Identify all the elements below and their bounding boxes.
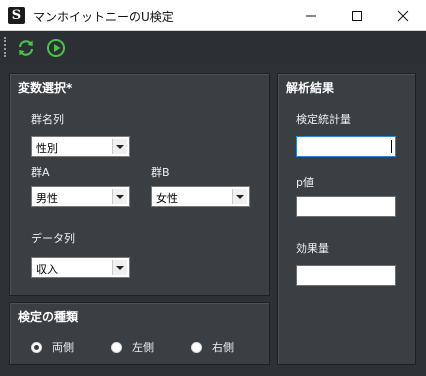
chevron-down-icon (112, 189, 127, 204)
close-button[interactable] (380, 0, 426, 31)
chevron-down-icon (232, 189, 247, 204)
radio-left-sided[interactable]: 左側 (111, 339, 154, 355)
statistic-label: 検定統計量 (296, 113, 351, 126)
group-a-value: 男性 (36, 192, 58, 205)
group-b-select[interactable]: 女性 (151, 186, 250, 207)
test-type-title: 検定の種類 (18, 310, 79, 324)
radio-two-sided[interactable]: 両側 (31, 339, 74, 355)
variable-selection-title: 変数選択* (18, 81, 73, 95)
run-button[interactable] (45, 37, 67, 59)
text-caret (391, 140, 392, 153)
chevron-down-icon (112, 139, 127, 154)
radio-two-sided-label: 両側 (52, 341, 74, 354)
radio-circle-icon (31, 341, 42, 353)
effect-size-label: 効果量 (296, 242, 329, 255)
test-type-panel: 検定の種類 (9, 302, 270, 365)
chevron-down-icon (112, 260, 127, 275)
radio-circle-icon (191, 341, 202, 353)
maximize-button[interactable] (334, 0, 380, 31)
radio-right-sided[interactable]: 右側 (191, 339, 234, 355)
group-a-label: 群A (31, 166, 50, 179)
app-icon: S (8, 7, 25, 24)
group-b-label: 群B (151, 166, 170, 179)
group-column-value: 性別 (36, 142, 58, 155)
data-column-label: データ列 (31, 232, 75, 245)
title-bar: S マンホイットニーのU検定 (0, 0, 426, 31)
minimize-icon (306, 15, 316, 16)
p-value-field[interactable] (296, 196, 396, 217)
radio-left-sided-label: 左側 (132, 341, 154, 354)
statistic-field[interactable] (296, 136, 396, 157)
group-a-select[interactable]: 男性 (31, 186, 130, 207)
run-icon (47, 39, 65, 57)
close-icon (397, 10, 409, 21)
group-column-select[interactable]: 性別 (31, 136, 130, 157)
data-column-select[interactable]: 収入 (31, 257, 130, 278)
toolbar (0, 31, 426, 64)
results-title: 解析結果 (286, 81, 335, 95)
maximize-icon (352, 10, 362, 21)
group-b-value: 女性 (156, 192, 178, 205)
toolbar-grip[interactable] (4, 37, 7, 57)
minimize-button[interactable] (288, 0, 334, 31)
data-column-value: 収入 (36, 263, 58, 276)
refresh-button[interactable] (15, 37, 37, 59)
radio-circle-icon (111, 341, 122, 353)
window-title: マンホイットニーのU検定 (33, 10, 174, 24)
refresh-icon (18, 40, 34, 56)
radio-right-sided-label: 右側 (212, 341, 234, 354)
group-column-label: 群名列 (31, 113, 64, 126)
effect-size-field[interactable] (296, 265, 396, 286)
p-value-label: p値 (296, 176, 314, 189)
